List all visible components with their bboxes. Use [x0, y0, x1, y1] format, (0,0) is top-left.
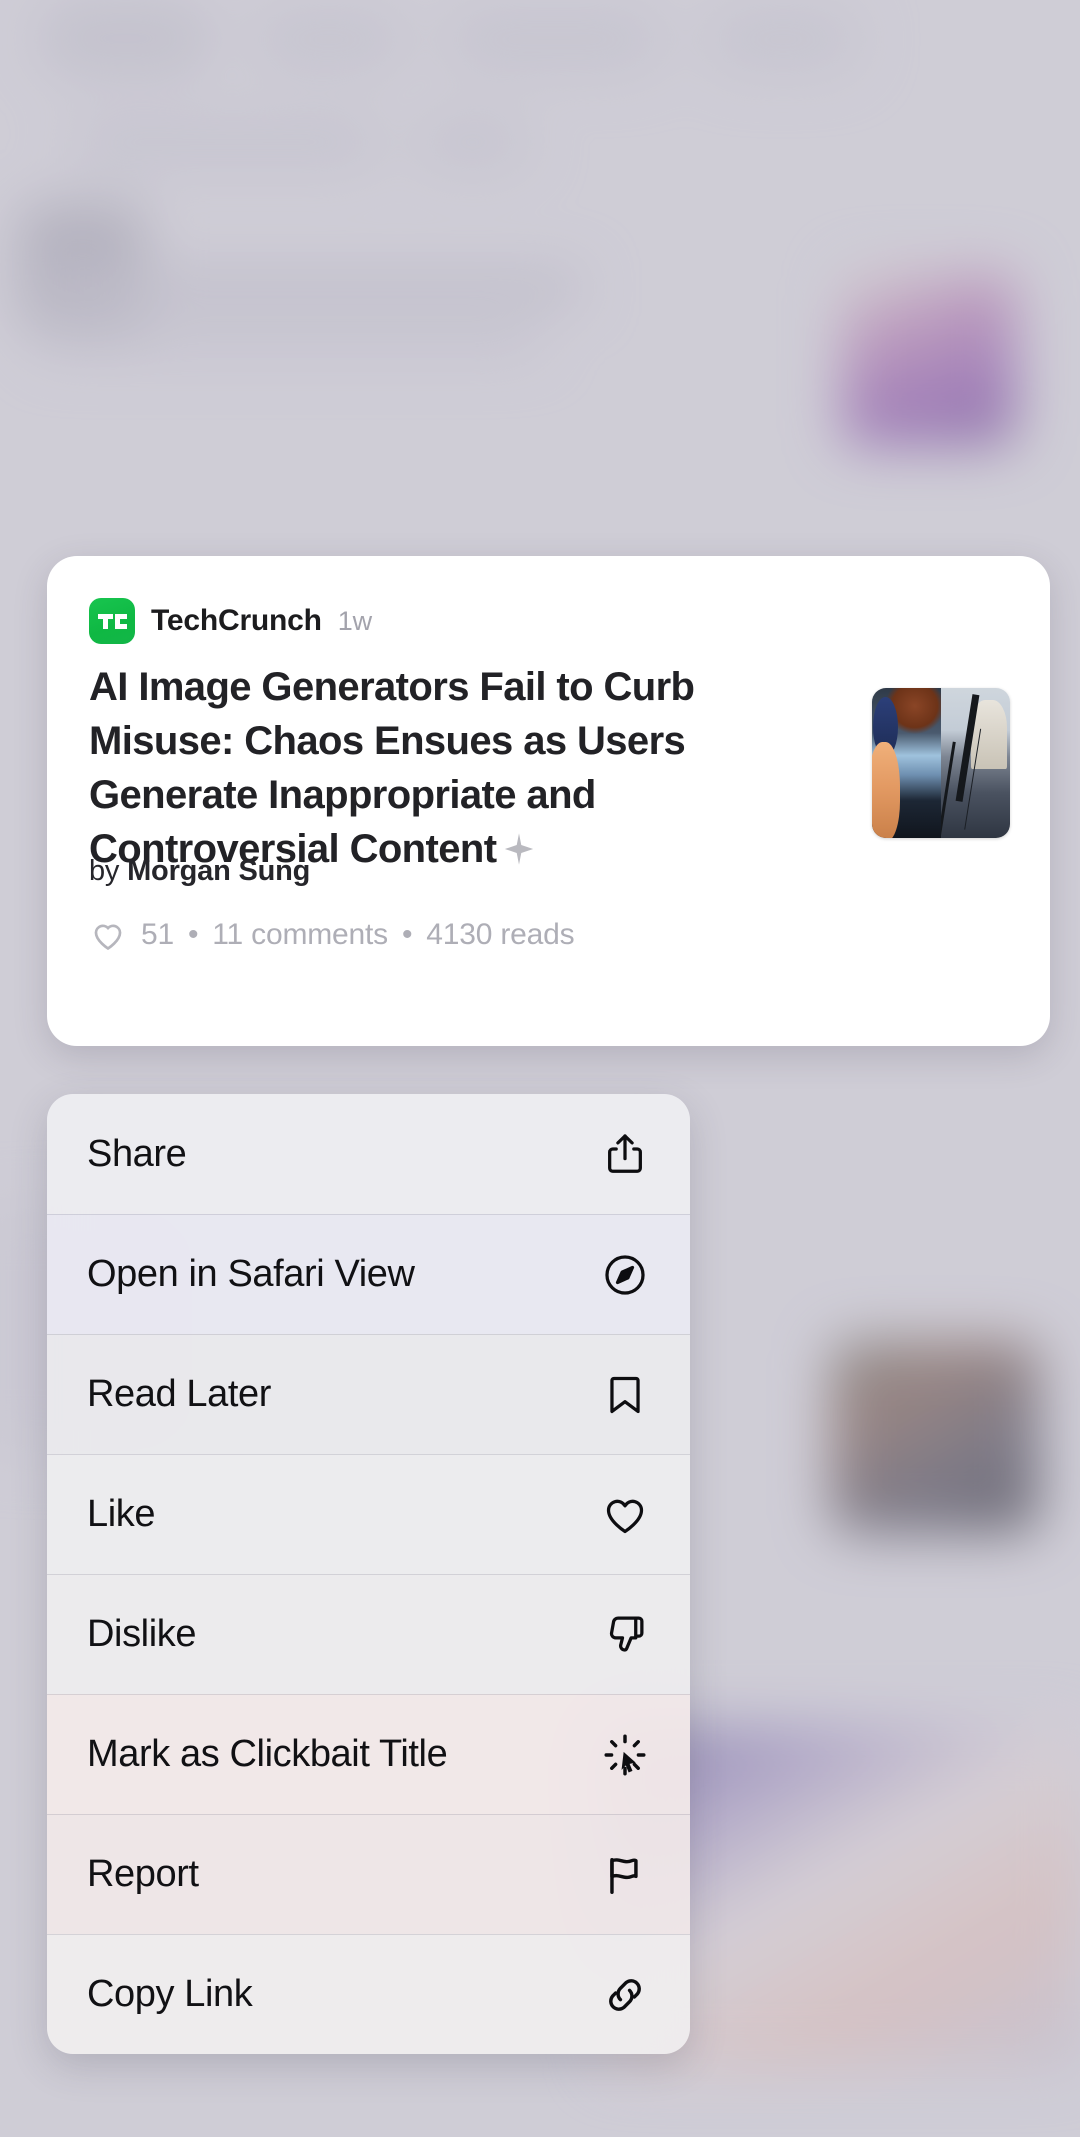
flag-icon [594, 1852, 656, 1898]
heart-outline-icon[interactable] [89, 916, 127, 954]
article-thumbnail[interactable] [872, 688, 1010, 838]
menu-item-open-in-safari-view[interactable]: Open in Safari View [47, 1214, 690, 1334]
publisher-name: TechCrunch [151, 604, 322, 637]
thumbnail-left-half [872, 688, 941, 838]
context-menu[interactable]: Share Open in Safari View Read Later Lik… [47, 1094, 690, 2054]
read-count: 4130 reads [426, 918, 575, 951]
menu-item-label: Read Later [87, 1373, 272, 1415]
cursor-click-icon [594, 1732, 656, 1778]
author-name: Morgan Sung [127, 855, 311, 887]
menu-item-dislike[interactable]: Dislike [47, 1574, 690, 1694]
thumbs-down-icon [594, 1612, 656, 1658]
publish-age: 1w [337, 605, 372, 636]
menu-item-label: Report [87, 1853, 199, 1895]
menu-item-mark-as-clickbait-title[interactable]: Mark as Clickbait Title [47, 1694, 690, 1814]
menu-item-label: Dislike [87, 1613, 197, 1655]
link-icon [594, 1972, 656, 2018]
menu-item-report[interactable]: Report [47, 1814, 690, 1934]
card-header: TechCrunch 1w [89, 598, 372, 644]
like-count: 51 [141, 918, 174, 951]
article-headline-text: AI Image Generators Fail to Curb Misuse:… [89, 665, 695, 871]
menu-item-label: Share [87, 1132, 187, 1175]
menu-item-like[interactable]: Like [47, 1454, 690, 1574]
techcrunch-logo-icon [89, 598, 135, 644]
compass-icon [594, 1252, 656, 1298]
heart-icon [594, 1492, 656, 1538]
article-card[interactable]: TechCrunch 1w AI Image Generators Fail t… [47, 556, 1050, 1046]
share-icon [594, 1131, 656, 1177]
menu-item-label: Like [87, 1493, 156, 1535]
menu-item-label: Open in Safari View [87, 1253, 415, 1295]
byline: by Morgan Sung [89, 855, 310, 888]
menu-item-label: Mark as Clickbait Title [87, 1733, 448, 1775]
stat-separator: • [187, 918, 199, 951]
menu-item-copy-link[interactable]: Copy Link [47, 1934, 690, 2054]
menu-item-label: Copy Link [87, 1973, 253, 2015]
bookmark-icon [594, 1372, 656, 1418]
menu-item-share[interactable]: Share [47, 1094, 690, 1214]
menu-item-read-later[interactable]: Read Later [47, 1334, 690, 1454]
article-stats: 51 • 11 comments • 4130 reads [89, 916, 575, 954]
sparkle-icon [505, 833, 534, 865]
article-headline[interactable]: AI Image Generators Fail to Curb Misuse:… [89, 660, 749, 876]
comment-count: 11 comments [212, 918, 388, 951]
stat-separator: • [401, 918, 413, 951]
byline-prefix: by [89, 855, 120, 887]
thumbnail-right-half [941, 688, 1010, 838]
